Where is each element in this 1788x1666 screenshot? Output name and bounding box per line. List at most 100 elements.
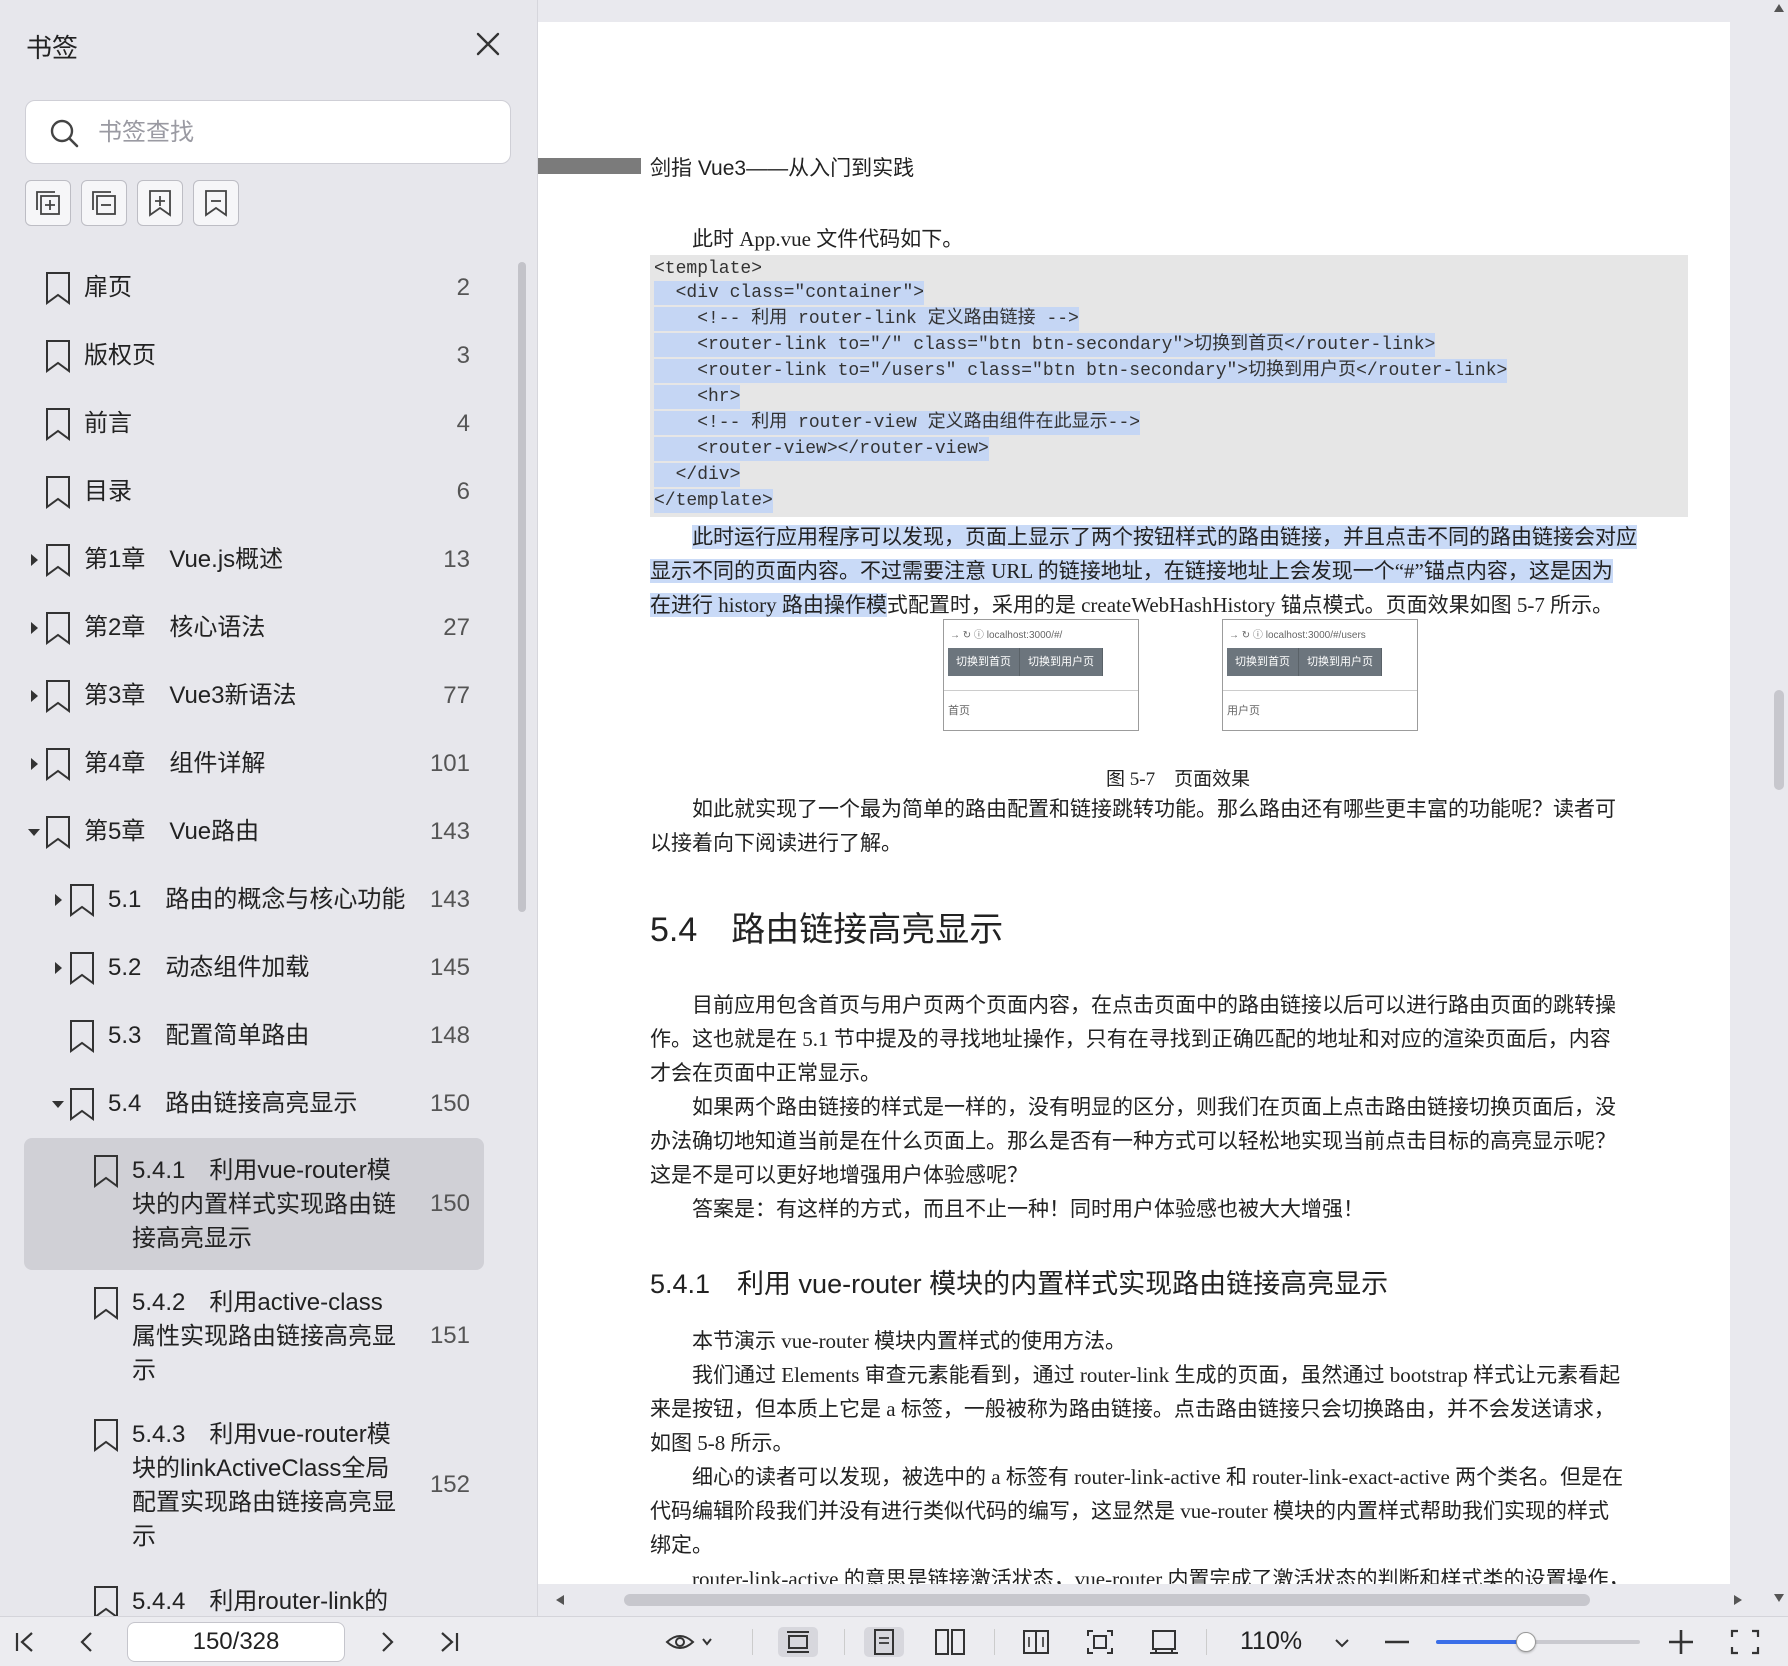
close-icon[interactable] <box>470 26 506 62</box>
horizontal-scroll-thumb[interactable] <box>624 1594 1590 1606</box>
zoom-slider-thumb[interactable] <box>1515 1632 1536 1652</box>
bookmark-icon <box>70 884 94 917</box>
remove-bookmark-icon[interactable] <box>193 180 239 226</box>
collapse-arrow-icon[interactable] <box>51 1096 65 1112</box>
bookmark-page-number: 151 <box>429 1322 470 1349</box>
expand-arrow-icon[interactable] <box>27 620 41 636</box>
expand-arrow-icon[interactable] <box>51 892 65 908</box>
figure-users-page: → ↻ ⓘ localhost:3000/#/users 切换到首页 切换到用户… <box>1222 619 1418 731</box>
bookmark-icon <box>46 408 70 441</box>
code-line: <router-link to="/users" class="btn btn-… <box>654 359 1508 383</box>
code-line: </div> <box>654 463 741 487</box>
zoom-dropdown-chevron-icon[interactable] <box>1330 1627 1354 1657</box>
code-line: </template> <box>654 489 773 513</box>
running-header: 剑指 Vue3——从入门到实践 <box>650 157 915 180</box>
view-mode-eye-icon[interactable] <box>664 1627 716 1657</box>
collapse-arrow-icon[interactable] <box>27 824 41 840</box>
pdf-page: 剑指 Vue3——从入门到实践 此时 App.vue 文件代码如下。 <temp… <box>538 22 1730 1584</box>
book-view-icon[interactable] <box>1016 1627 1056 1657</box>
bookmark-item[interactable]: 5.2 动态组件加载 145 <box>24 934 484 1002</box>
bookmark-item[interactable]: 第3章 Vue3新语法 77 <box>24 662 484 730</box>
figure-caption: 图 5-7 页面效果 <box>1106 769 1251 790</box>
bookmark-item[interactable]: 第5章 Vue路由 143 <box>24 798 484 866</box>
bookmark-label: 目录 <box>84 478 132 505</box>
bookmark-icon <box>46 680 70 713</box>
sidebar-scrollbar[interactable] <box>518 262 526 912</box>
bookmark-page-number: 27 <box>443 614 470 641</box>
add-bookmark-icon[interactable] <box>137 180 183 226</box>
bookmark-page-number: 150 <box>429 1190 470 1217</box>
bookmark-page-number: 2 <box>456 274 470 301</box>
figure-url: → ↻ ⓘ localhost:3000/#/ <box>950 630 1063 641</box>
page-number-input[interactable] <box>127 1622 345 1662</box>
bookmark-item[interactable]: 5.4.1 利用vue-router模 块的内置样式实现路由链 接高亮显示 150 <box>24 1138 484 1270</box>
bookmark-item[interactable]: 扉页 2 <box>24 254 484 322</box>
next-page-icon[interactable] <box>370 1627 404 1657</box>
collapse-all-icon[interactable] <box>81 180 127 226</box>
expand-arrow-icon[interactable] <box>51 960 65 976</box>
fit-width-icon[interactable] <box>778 1627 818 1657</box>
expand-arrow-icon[interactable] <box>27 756 41 772</box>
previous-page-icon[interactable] <box>70 1627 104 1657</box>
code-block: <template> <div class="container"> <!-- … <box>650 255 1688 517</box>
last-page-icon[interactable] <box>432 1627 466 1657</box>
bookmark-item[interactable]: 目录 6 <box>24 458 484 526</box>
bookmark-item[interactable]: 版权页 3 <box>24 322 484 390</box>
bookmark-icon <box>46 272 70 305</box>
vertical-scrollbar[interactable] <box>1770 0 1788 1616</box>
figure-home-button: 切换到首页 <box>1227 648 1299 676</box>
bookmark-item[interactable]: 5.4.4 利用router-link的 <box>24 1568 484 1616</box>
rotate-page-icon[interactable] <box>1144 1627 1184 1657</box>
bookmark-icon <box>46 544 70 577</box>
code-line: <!-- 利用 router-link 定义路由链接 --> <box>654 307 1079 331</box>
single-page-icon[interactable] <box>864 1627 904 1657</box>
bookmark-item[interactable]: 第2章 核心语法 27 <box>24 594 484 662</box>
figure-users-button: 切换到用户页 <box>1020 648 1103 676</box>
bookmark-label: 5.4.3 利用vue-router模 块的linkActiveClass全局 配置… <box>132 1421 396 1550</box>
zoom-slider[interactable] <box>1436 1632 1640 1652</box>
bookmark-page-number: 6 <box>456 478 470 505</box>
horizontal-scrollbar[interactable] <box>538 1584 1770 1616</box>
bookmark-page-number: 145 <box>429 954 470 981</box>
bookmark-page-number: 152 <box>429 1471 470 1498</box>
figure-home-button: 切换到首页 <box>948 648 1020 676</box>
bookmark-search-box[interactable] <box>25 100 511 164</box>
section-heading: 5.4 路由链接高亮显示 <box>650 911 1004 949</box>
bookmark-label: 第3章 Vue3新语法 <box>84 682 297 709</box>
bookmark-label: 第5章 Vue路由 <box>84 818 260 845</box>
bookmark-item[interactable]: 5.4.3 利用vue-router模 块的linkActiveClass全局 配置… <box>24 1402 484 1568</box>
bookmark-icon <box>46 612 70 645</box>
expand-all-icon[interactable] <box>25 180 71 226</box>
bookmark-label: 5.3 配置简单路由 <box>108 1022 310 1049</box>
zoom-in-icon[interactable] <box>1664 1627 1698 1657</box>
bookmark-item[interactable]: 5.1 路由的概念与核心功能 143 <box>24 866 484 934</box>
bookmark-search-input[interactable] <box>98 113 498 153</box>
bookmark-page-number: 13 <box>443 546 470 573</box>
bookmark-page-number: 150 <box>429 1090 470 1117</box>
bookmark-list: 扉页 2 版权页 3 前言 4 目录 6 第1章 Vue.js概述 13 第2章 核心语法 27 第3章… <box>0 254 510 1616</box>
sidebar-title: 书签 <box>26 33 79 63</box>
expand-arrow-icon[interactable] <box>27 552 41 568</box>
bookmark-item[interactable]: 5.3 配置简单路由 148 <box>24 1002 484 1070</box>
vertical-scroll-thumb[interactable] <box>1774 690 1784 790</box>
first-page-icon[interactable] <box>8 1627 42 1657</box>
bottom-toolbar: 110% <box>0 1616 1788 1666</box>
intro-paragraph: 此时 App.vue 文件代码如下。 <box>692 227 964 251</box>
figure-page-label: 首页 <box>948 705 970 717</box>
paragraph-summary: 如此就实现了一个最为简单的路由配置和链接跳转功能。那么路由还有哪些更丰富的功能呢… <box>650 797 1616 855</box>
bookmark-item[interactable]: 前言 4 <box>24 390 484 458</box>
zoom-level[interactable]: 110% <box>1240 1627 1302 1656</box>
expand-arrow-icon[interactable] <box>27 688 41 704</box>
bookmark-item[interactable]: 第1章 Vue.js概述 13 <box>24 526 484 594</box>
two-page-icon[interactable] <box>930 1627 970 1657</box>
bookmark-label: 第2章 核心语法 <box>84 614 266 641</box>
bookmark-icon <box>46 748 70 781</box>
zoom-out-icon[interactable] <box>1380 1627 1414 1657</box>
bookmark-item[interactable]: 5.4.2 利用active-class 属性实现路由链接高亮显示 151 <box>24 1270 484 1402</box>
bookmark-item[interactable]: 5.4 路由链接高亮显示 150 <box>24 1070 484 1138</box>
header-bar <box>538 158 641 174</box>
fit-page-icon[interactable] <box>1080 1627 1120 1657</box>
fullscreen-icon[interactable] <box>1728 1627 1762 1657</box>
bookmark-sidebar: 书签 扉页 2 版权页 3 前言 4 目录 6 第1章 Vue.js概述 13 第2章 核心语法 27… <box>0 0 538 1616</box>
bookmark-item[interactable]: 第4章 组件详解 101 <box>24 730 484 798</box>
